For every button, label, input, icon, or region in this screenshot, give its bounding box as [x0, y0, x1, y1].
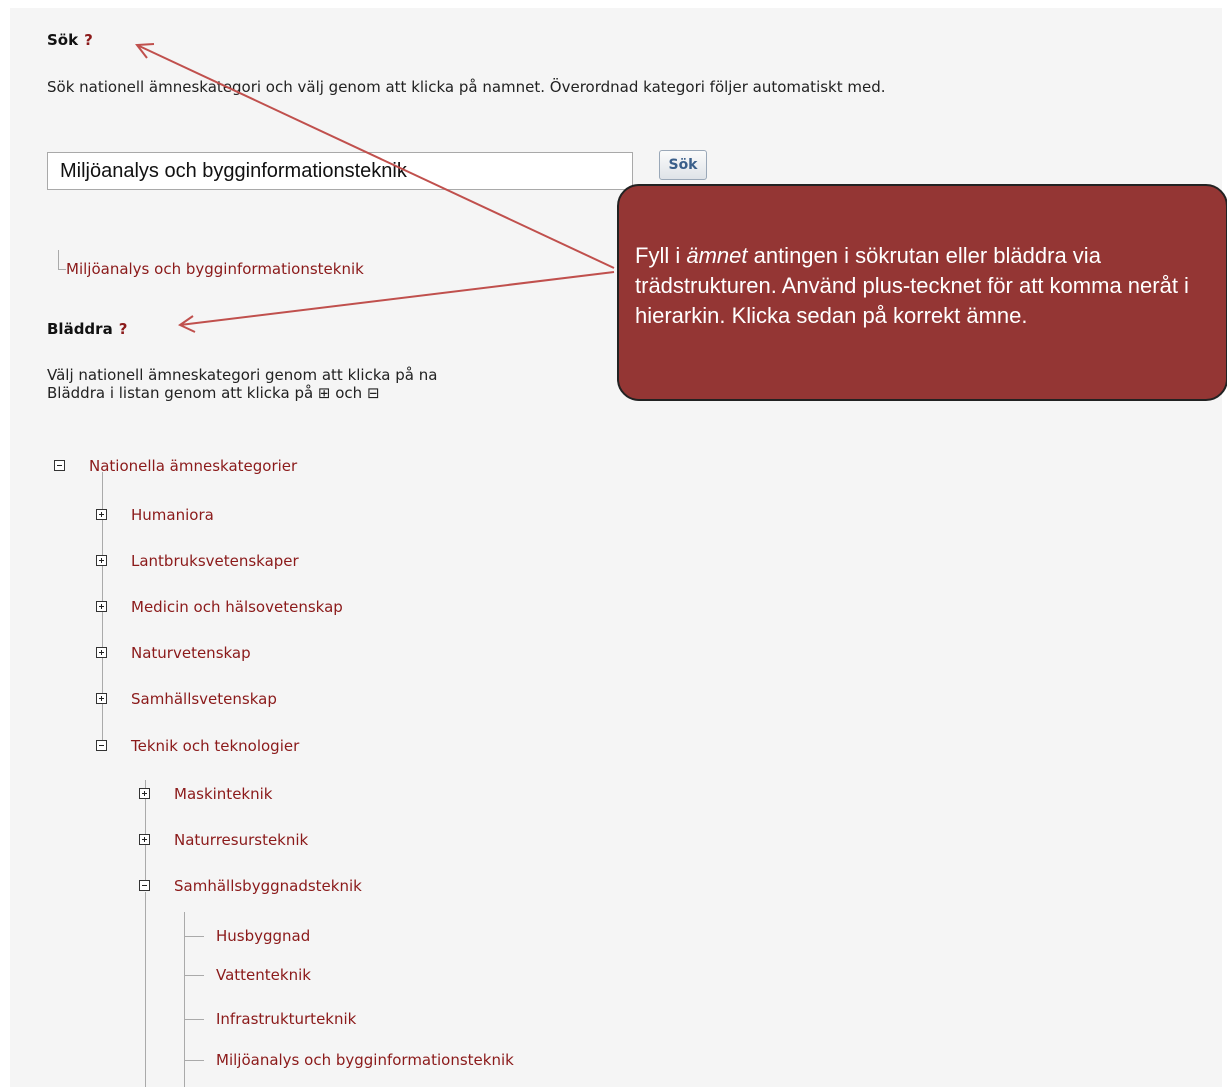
- tree-item-medicin[interactable]: Medicin och hälsovetenskap: [131, 598, 343, 616]
- search-heading: Sök?: [47, 31, 93, 49]
- browse-heading-label: Bläddra: [47, 320, 113, 338]
- search-help-icon[interactable]: ?: [84, 31, 93, 49]
- tree-item-teknik[interactable]: Teknik och teknologier: [131, 737, 299, 755]
- tree-expand-icon[interactable]: [96, 509, 107, 520]
- tree-item-naturvetenskap[interactable]: Naturvetenskap: [131, 644, 251, 662]
- tree-expand-icon[interactable]: [139, 788, 150, 799]
- instruction-callout: Fyll i ämnet antingen i sökrutan eller b…: [617, 184, 1227, 401]
- search-input[interactable]: [47, 152, 633, 190]
- tree-item-naturresursteknik[interactable]: Naturresursteknik: [174, 831, 308, 849]
- tree-item-miljoanalys[interactable]: Miljöanalys och bygginformationsteknik: [216, 1051, 514, 1069]
- tree-item-samhallsvetenskap[interactable]: Samhällsvetenskap: [131, 690, 277, 708]
- tree-root-collapse-icon[interactable]: [54, 460, 65, 471]
- tree-item-vattenteknik[interactable]: Vattenteknik: [216, 966, 311, 984]
- tree-expand-icon[interactable]: [96, 555, 107, 566]
- result-connector-horizontal: [58, 269, 66, 270]
- callout-emphasis: ämnet: [686, 243, 748, 268]
- tree-leaf-connector: [184, 1060, 204, 1061]
- callout-text-start: Fyll i: [635, 243, 687, 268]
- tree-item-infrastrukturteknik[interactable]: Infrastrukturteknik: [216, 1010, 356, 1028]
- tree-collapse-icon[interactable]: [139, 880, 150, 891]
- tree-item-maskinteknik[interactable]: Maskinteknik: [174, 785, 272, 803]
- search-description: Sök nationell ämneskategori och välj gen…: [47, 78, 886, 96]
- browse-description-line2: Bläddra i listan genom att klicka på ⊞ o…: [47, 384, 380, 402]
- tree-expand-icon[interactable]: [96, 693, 107, 704]
- tree-item-lantbruksvetenskaper[interactable]: Lantbruksvetenskaper: [131, 552, 299, 570]
- browse-heading: Bläddra?: [47, 320, 127, 338]
- tree-expand-icon[interactable]: [139, 834, 150, 845]
- tree-level2-continuation: [145, 892, 146, 1087]
- tree-item-husbyggnad[interactable]: Husbyggnad: [216, 927, 310, 945]
- browse-description-line1: Välj nationell ämneskategori genom att k…: [47, 366, 438, 384]
- tree-root-link[interactable]: Nationella ämneskategorier: [89, 457, 297, 475]
- tree-expand-icon[interactable]: [96, 601, 107, 612]
- tree-leaf-connector: [184, 1019, 204, 1020]
- result-connector-vertical: [58, 250, 59, 270]
- search-button[interactable]: Sök: [659, 150, 707, 180]
- tree-item-samhallsbyggnadsteknik[interactable]: Samhällsbyggnadsteknik: [174, 877, 362, 895]
- tree-item-humaniora[interactable]: Humaniora: [131, 506, 214, 524]
- tree-collapse-icon[interactable]: [96, 740, 107, 751]
- tree-expand-icon[interactable]: [96, 647, 107, 658]
- tree-leaf-connector: [184, 975, 204, 976]
- search-heading-label: Sök: [47, 31, 79, 49]
- tree-leaf-connector: [184, 936, 204, 937]
- browse-help-icon[interactable]: ?: [119, 320, 128, 338]
- search-result-link[interactable]: Miljöanalys och bygginformationsteknik: [66, 260, 364, 278]
